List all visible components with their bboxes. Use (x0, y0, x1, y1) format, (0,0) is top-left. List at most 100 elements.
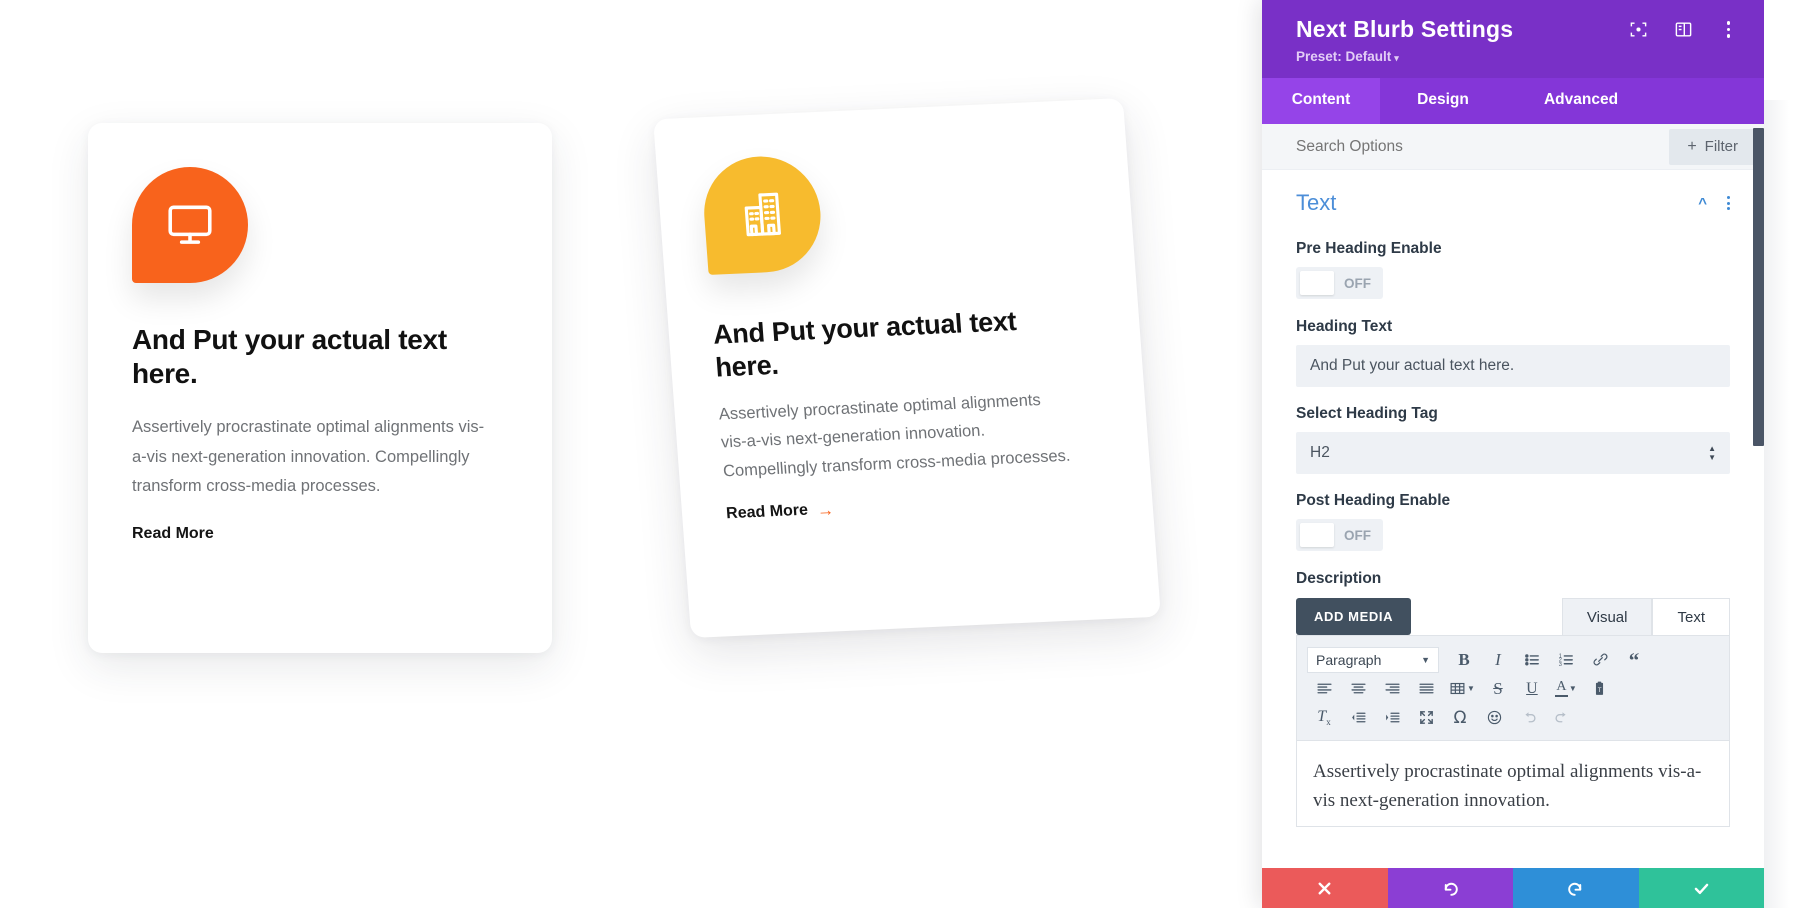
heading-tag-select-wrapper: H2 ▲ ▼ (1296, 432, 1730, 474)
monitor-icon (168, 205, 212, 244)
panel-scrollbar-thumb[interactable] (1753, 128, 1764, 446)
table-icon[interactable]: ▼ (1443, 675, 1481, 702)
text-color-icon[interactable]: A ▼ (1549, 675, 1583, 702)
numbered-list-icon[interactable]: 1 2 3 (1549, 646, 1583, 673)
paste-as-text-icon[interactable]: T (1583, 675, 1617, 702)
field-label: Pre Heading Enable (1296, 240, 1442, 257)
preset-selector[interactable]: Preset: Default ▾ (1296, 49, 1738, 64)
filter-button[interactable]: + Filter (1669, 128, 1756, 165)
read-more-label: Read More (132, 525, 214, 543)
section-tools: ^ (1698, 195, 1730, 212)
filter-label: Filter (1704, 138, 1738, 155)
panel-tabs: Content Design Advanced (1262, 78, 1764, 124)
page-canvas: And Put your actual text here. Assertive… (0, 0, 1262, 908)
search-options-bar: + Filter (1262, 124, 1764, 170)
read-more-link[interactable]: Read More (132, 525, 214, 543)
toggle-state: OFF (1344, 275, 1371, 291)
pre-heading-toggle[interactable]: OFF (1296, 267, 1383, 299)
blurb-card-2[interactable]: And Put your actual text here. Assertive… (653, 98, 1161, 638)
editor-top-bar: ADD MEDIA Visual Text (1296, 598, 1730, 635)
redo-button[interactable] (1513, 868, 1639, 908)
field-heading-tag: Select Heading Tag H2 ▲ ▼ (1296, 405, 1730, 474)
kebab-menu-icon[interactable] (1719, 21, 1738, 38)
blockquote-icon[interactable]: “ (1617, 646, 1651, 673)
toolbar-row-2: ▼ S U A ▼ T (1307, 674, 1719, 703)
toggle-knob (1300, 271, 1334, 295)
field-label: Description (1296, 570, 1382, 587)
field-pre-heading-enable: Pre Heading Enable OFF (1296, 240, 1730, 300)
format-select-value: Paragraph (1316, 651, 1382, 668)
toolbar-row-1: Paragraph ▼ B I 1 2 3 “ (1307, 645, 1719, 674)
read-more-label: Read More (725, 501, 809, 523)
redo-icon[interactable] (1545, 704, 1579, 731)
panel-action-bar (1262, 868, 1764, 908)
tab-design[interactable]: Design (1380, 78, 1506, 124)
blurb-card-2-wrapper: And Put your actual text here. Assertive… (653, 98, 1161, 638)
focus-target-icon[interactable] (1629, 20, 1648, 39)
emoji-icon[interactable] (1477, 704, 1511, 731)
bullet-list-icon[interactable] (1515, 646, 1549, 673)
read-more-link[interactable]: Read More → (726, 500, 835, 523)
module-settings-panel: Next Blurb Settings Preset: Default ▾ Co… (1262, 0, 1800, 908)
post-heading-toggle[interactable]: OFF (1296, 519, 1383, 551)
field-description: Description ADD MEDIA Visual Text Paragr… (1296, 570, 1730, 827)
toggle-knob (1300, 523, 1334, 547)
align-center-icon[interactable] (1341, 675, 1375, 702)
field-label: Select Heading Tag (1296, 405, 1438, 422)
special-character-icon[interactable]: Ω (1443, 704, 1477, 731)
discard-button[interactable] (1262, 868, 1388, 908)
preset-label: Preset: Default (1296, 49, 1392, 64)
heading-tag-select[interactable]: H2 (1296, 432, 1730, 474)
panel-header-icons (1629, 20, 1738, 39)
editor-tab-visual[interactable]: Visual (1561, 598, 1653, 635)
heading-text-input[interactable] (1296, 345, 1730, 387)
align-justify-icon[interactable] (1409, 675, 1443, 702)
underline-icon[interactable]: U (1515, 675, 1549, 702)
tab-advanced[interactable]: Advanced (1506, 78, 1656, 124)
outdent-icon[interactable] (1341, 704, 1375, 731)
panel-right-edge (1764, 100, 1800, 908)
app-root: And Put your actual text here. Assertive… (0, 0, 1800, 908)
field-label: Heading Text (1296, 318, 1393, 335)
buildings-icon (744, 192, 781, 237)
strikethrough-icon[interactable]: S (1481, 675, 1515, 702)
editor-content-area[interactable]: Assertively procrastinate optimal alignm… (1296, 741, 1730, 827)
card-description: Assertively procrastinate optimal alignm… (132, 418, 485, 496)
check-icon (1694, 883, 1708, 894)
tab-content[interactable]: Content (1262, 78, 1380, 124)
field-post-heading-enable: Post Heading Enable OFF (1296, 492, 1730, 552)
layout-panel-icon[interactable] (1674, 20, 1693, 39)
undo-icon[interactable] (1511, 704, 1545, 731)
kebab-menu-icon[interactable] (1727, 196, 1730, 210)
link-icon[interactable] (1583, 646, 1617, 673)
indent-icon[interactable] (1375, 704, 1409, 731)
editor-mode-tabs: Visual Text (1561, 598, 1730, 635)
chevron-up-icon[interactable]: ^ (1698, 195, 1707, 212)
chevron-down-icon: ▼ (1568, 684, 1577, 693)
chevron-down-icon: ▼ (1467, 684, 1475, 693)
fullscreen-icon[interactable] (1409, 704, 1443, 731)
chevron-down-icon: ▾ (1394, 53, 1399, 63)
blurb-icon-badge-2 (700, 153, 825, 275)
close-icon (1318, 882, 1331, 894)
blurb-icon-badge-1 (132, 167, 248, 283)
blurb-card-1[interactable]: And Put your actual text here. Assertive… (88, 123, 552, 653)
toolbar-row-3: Tx Ω (1307, 703, 1719, 732)
italic-icon[interactable]: I (1481, 646, 1515, 673)
undo-button[interactable] (1387, 868, 1513, 908)
card-description: Assertively procrastinate optimal alignm… (718, 390, 1072, 481)
save-button[interactable] (1638, 868, 1764, 908)
align-right-icon[interactable] (1375, 675, 1409, 702)
panel-content: Next Blurb Settings Preset: Default ▾ Co… (1262, 0, 1764, 908)
add-media-button[interactable]: ADD MEDIA (1296, 598, 1412, 635)
svg-text:3: 3 (1558, 662, 1561, 668)
search-input[interactable] (1296, 137, 1670, 156)
undo-icon (1444, 882, 1458, 896)
editor-tab-text[interactable]: Text (1652, 598, 1730, 635)
clear-formatting-icon[interactable]: Tx (1307, 704, 1341, 731)
bold-icon[interactable]: B (1447, 646, 1481, 673)
align-left-icon[interactable] (1307, 675, 1341, 702)
redo-icon (1568, 882, 1582, 896)
format-select[interactable]: Paragraph ▼ (1307, 646, 1439, 673)
section-title: Text (1296, 190, 1337, 215)
